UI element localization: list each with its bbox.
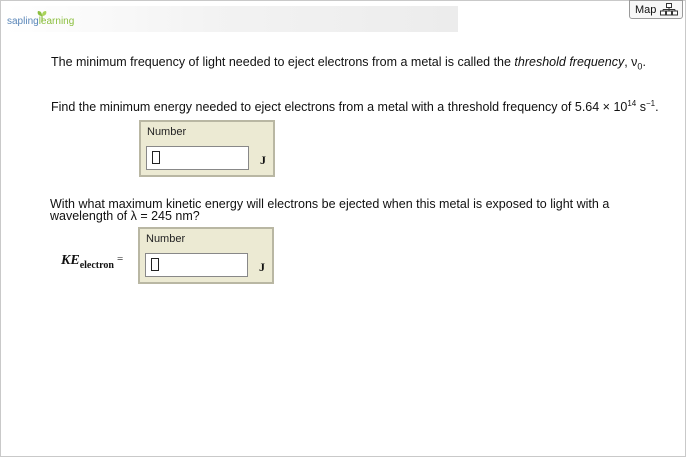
sitemap-icon bbox=[660, 3, 678, 16]
energy-input[interactable] bbox=[146, 146, 249, 170]
intro-paragraph: The minimum frequency of light needed to… bbox=[51, 55, 646, 72]
text-cursor bbox=[152, 151, 160, 164]
text-cursor bbox=[151, 258, 159, 271]
number-label: Number bbox=[146, 233, 186, 245]
part2-question-line2: wavelength of λ = 245 nm? bbox=[50, 209, 200, 223]
number-label: Number bbox=[147, 126, 187, 138]
map-button[interactable]: Map bbox=[629, 0, 683, 19]
leaf-icon bbox=[37, 11, 47, 22]
answer-box-2: Number J bbox=[138, 227, 274, 284]
unit-label: J bbox=[259, 260, 265, 274]
answer-box-1: Number J bbox=[139, 120, 275, 177]
kinetic-energy-input[interactable] bbox=[145, 253, 248, 277]
ke-electron-label: KEelectron= bbox=[61, 253, 124, 271]
part1-question: Find the minimum energy needed to eject … bbox=[51, 99, 659, 115]
unit-label: J bbox=[260, 153, 266, 167]
